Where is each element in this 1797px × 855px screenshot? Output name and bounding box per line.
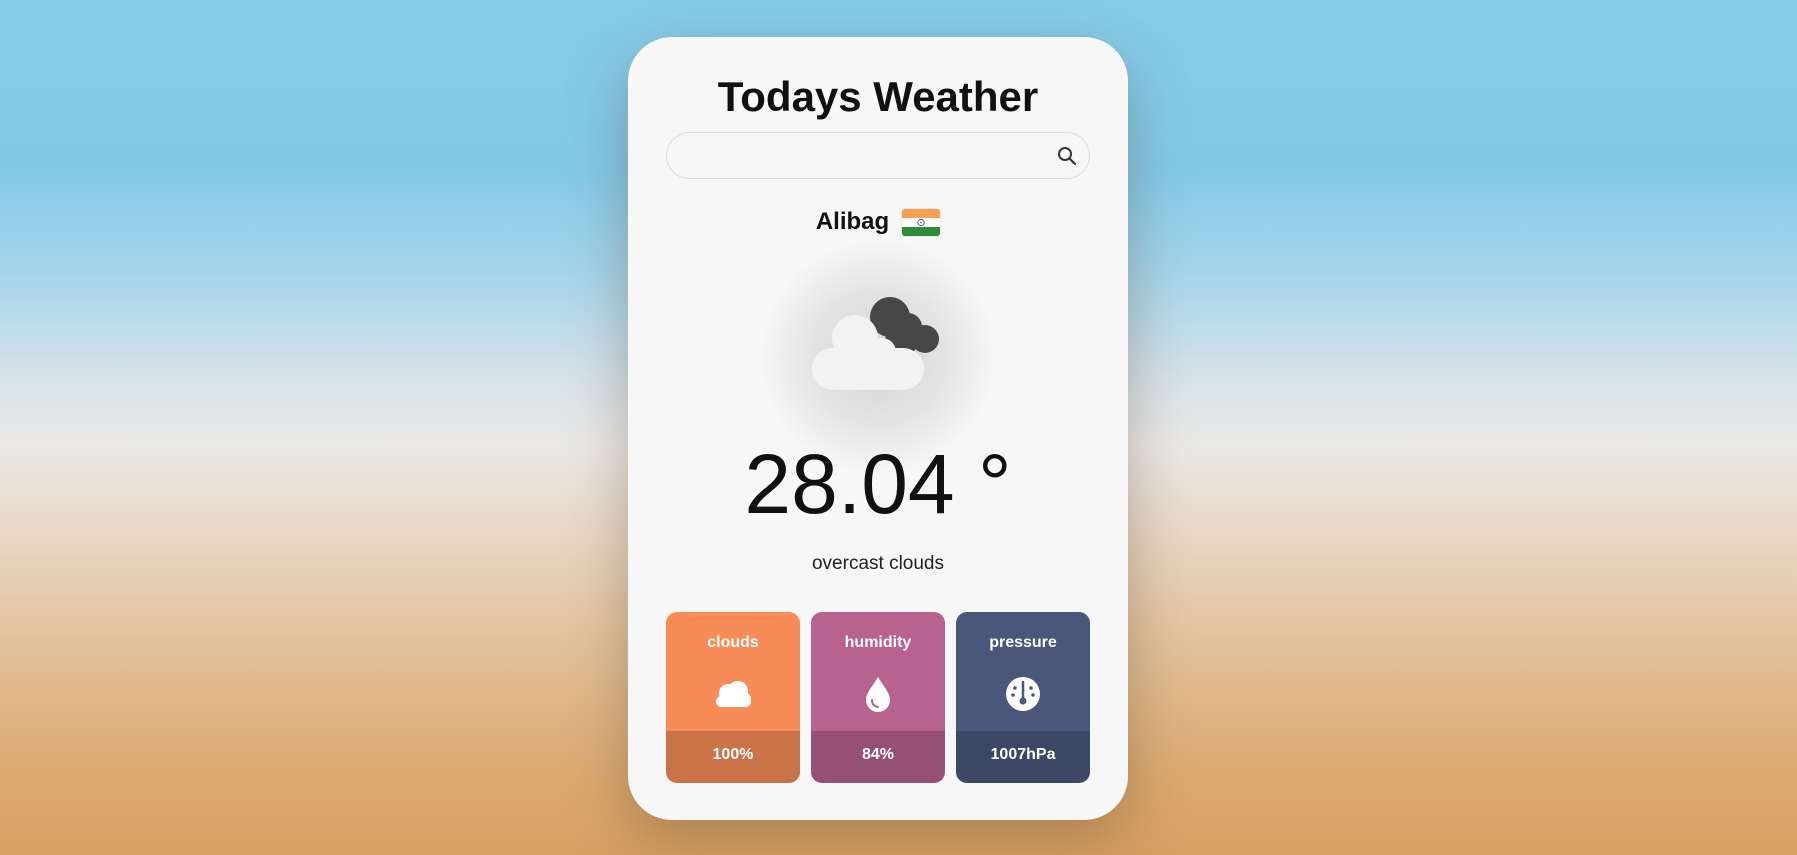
search-input[interactable]: [685, 141, 1045, 171]
stat-value: 84%: [861, 746, 895, 763]
search-bar: [666, 132, 1090, 179]
weather-card: Todays Weather Alibag 28.04 ° overcast c…: [628, 37, 1128, 820]
stat-footer: 84%: [811, 731, 945, 783]
humidity-stat-card: humidity 84%: [811, 612, 945, 783]
city-name: Alibag: [815, 208, 890, 235]
cloud-icon: [713, 674, 753, 714]
stat-label: pressure: [989, 634, 1057, 651]
pressure-stat-card: pressure 1007hPa: [956, 612, 1090, 783]
weather-description: overcast clouds: [811, 553, 944, 574]
stat-footer: 100%: [666, 731, 800, 783]
overcast-clouds-icon: [808, 292, 948, 392]
search-icon[interactable]: [1055, 144, 1079, 168]
stat-label: humidity: [844, 634, 912, 651]
clouds-stat-card: clouds 100%: [666, 612, 800, 783]
stat-value: 1007hPa: [990, 746, 1056, 763]
page-title: Todays Weather: [717, 73, 1039, 120]
droplet-icon: [858, 674, 898, 714]
location: Alibag: [628, 207, 1128, 237]
gauge-icon: [1003, 674, 1043, 714]
stat-footer: 1007hPa: [956, 731, 1090, 783]
stat-label: clouds: [707, 634, 759, 651]
stat-value: 100%: [712, 746, 754, 763]
temperature: 28.04 °: [744, 437, 1012, 531]
india-flag-icon: [902, 208, 941, 236]
